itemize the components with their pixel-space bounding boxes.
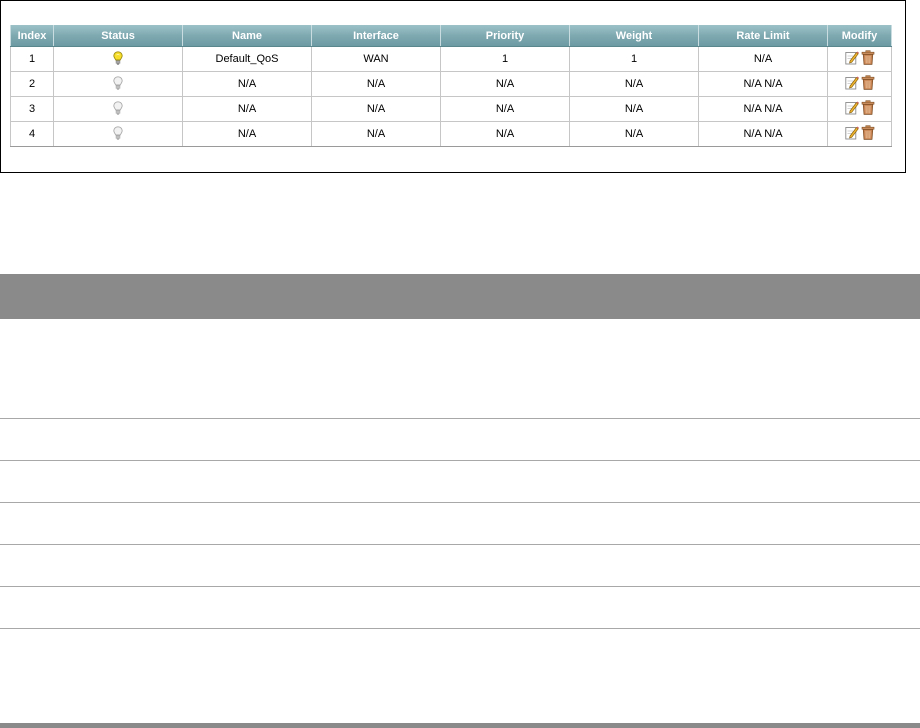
divider bbox=[0, 460, 920, 461]
divider bbox=[0, 628, 920, 629]
cell-rate-limit: N/A N/A bbox=[698, 96, 828, 122]
cell-modify bbox=[827, 46, 892, 72]
modify-actions bbox=[844, 50, 875, 65]
cell-rate-limit: N/A bbox=[698, 46, 828, 72]
trash-icon[interactable] bbox=[861, 50, 875, 65]
modify-actions bbox=[844, 100, 875, 115]
divider bbox=[0, 544, 920, 545]
lightbulb-on-icon[interactable] bbox=[113, 50, 123, 68]
cell-status bbox=[53, 96, 183, 122]
cell-interface: N/A bbox=[311, 121, 441, 147]
edit-icon[interactable] bbox=[844, 75, 859, 90]
header-name: Name bbox=[182, 25, 312, 47]
header-interface: Interface bbox=[311, 25, 441, 47]
cell-status bbox=[53, 46, 183, 72]
document-table-footer bbox=[0, 723, 920, 728]
cell-name: N/A bbox=[182, 96, 312, 122]
cell-interface: N/A bbox=[311, 96, 441, 122]
cell-interface: N/A bbox=[311, 71, 441, 97]
cell-status bbox=[53, 71, 183, 97]
lightbulb-off-icon[interactable] bbox=[113, 125, 123, 143]
cell-name: Default_QoS bbox=[182, 46, 312, 72]
divider bbox=[0, 418, 920, 419]
table-row: 1 Default_QoS WAN 1 1 N/A bbox=[10, 46, 892, 72]
cell-status bbox=[53, 121, 183, 147]
cell-modify bbox=[827, 121, 892, 147]
qos-policy-panel: Index Status Name Interface Priority Wei… bbox=[0, 0, 906, 173]
edit-icon[interactable] bbox=[844, 100, 859, 115]
lightbulb-off-icon[interactable] bbox=[113, 100, 123, 118]
cell-modify bbox=[827, 71, 892, 97]
cell-index: 3 bbox=[10, 96, 54, 122]
header-status: Status bbox=[53, 25, 183, 47]
table-row: 4 N/A N/A N/A N/A N/A N/A bbox=[10, 121, 892, 147]
cell-rate-limit: N/A N/A bbox=[698, 121, 828, 147]
header-weight: Weight bbox=[569, 25, 699, 47]
cell-name: N/A bbox=[182, 71, 312, 97]
table-row: 3 N/A N/A N/A N/A N/A N/A bbox=[10, 96, 892, 122]
trash-icon[interactable] bbox=[861, 100, 875, 115]
qos-policy-table: Index Status Name Interface Priority Wei… bbox=[10, 25, 892, 147]
cell-interface: WAN bbox=[311, 46, 441, 72]
trash-icon[interactable] bbox=[861, 125, 875, 140]
lightbulb-off-icon[interactable] bbox=[113, 75, 123, 93]
cell-priority: N/A bbox=[440, 71, 570, 97]
cell-priority: N/A bbox=[440, 96, 570, 122]
table-row: 2 N/A N/A N/A N/A N/A N/A bbox=[10, 71, 892, 97]
cell-priority: N/A bbox=[440, 121, 570, 147]
divider bbox=[0, 586, 920, 587]
trash-icon[interactable] bbox=[861, 75, 875, 90]
header-index: Index bbox=[10, 25, 54, 47]
edit-icon[interactable] bbox=[844, 125, 859, 140]
edit-icon[interactable] bbox=[844, 50, 859, 65]
cell-weight: N/A bbox=[569, 96, 699, 122]
header-modify: Modify bbox=[827, 25, 892, 47]
divider bbox=[0, 502, 920, 503]
cell-modify bbox=[827, 96, 892, 122]
table-header-row: Index Status Name Interface Priority Wei… bbox=[10, 25, 892, 47]
cell-index: 4 bbox=[10, 121, 54, 147]
cell-weight: 1 bbox=[569, 46, 699, 72]
cell-rate-limit: N/A N/A bbox=[698, 71, 828, 97]
document-table-header bbox=[0, 274, 920, 319]
modify-actions bbox=[844, 125, 875, 140]
cell-weight: N/A bbox=[569, 71, 699, 97]
cell-priority: 1 bbox=[440, 46, 570, 72]
cell-weight: N/A bbox=[569, 121, 699, 147]
cell-index: 1 bbox=[10, 46, 54, 72]
cell-index: 2 bbox=[10, 71, 54, 97]
header-rate-limit: Rate Limit bbox=[698, 25, 828, 47]
header-priority: Priority bbox=[440, 25, 570, 47]
modify-actions bbox=[844, 75, 875, 90]
cell-name: N/A bbox=[182, 121, 312, 147]
